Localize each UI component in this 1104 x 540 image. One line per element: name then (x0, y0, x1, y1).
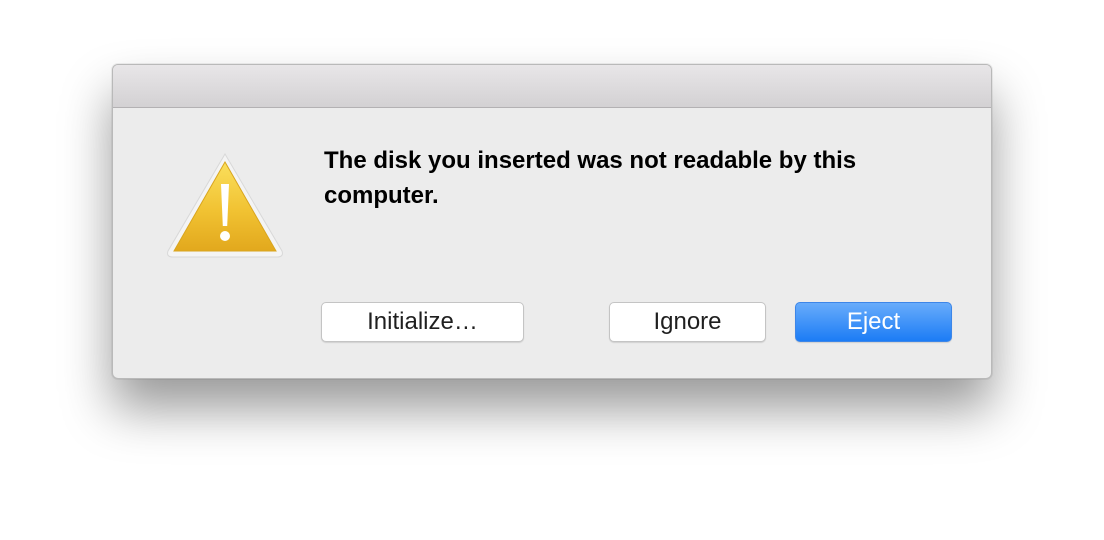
alert-message: The disk you inserted was not readable b… (324, 147, 857, 209)
dialog-titlebar[interactable] (113, 65, 991, 108)
screen: The disk you inserted was not readable b… (0, 0, 1104, 540)
disk-alert-dialog: The disk you inserted was not readable b… (112, 64, 992, 379)
ignore-button[interactable]: Ignore (609, 302, 766, 342)
initialize-button[interactable]: Initialize… (321, 302, 524, 342)
warning-triangle-icon (167, 153, 283, 258)
eject-button[interactable]: Eject (795, 302, 952, 342)
